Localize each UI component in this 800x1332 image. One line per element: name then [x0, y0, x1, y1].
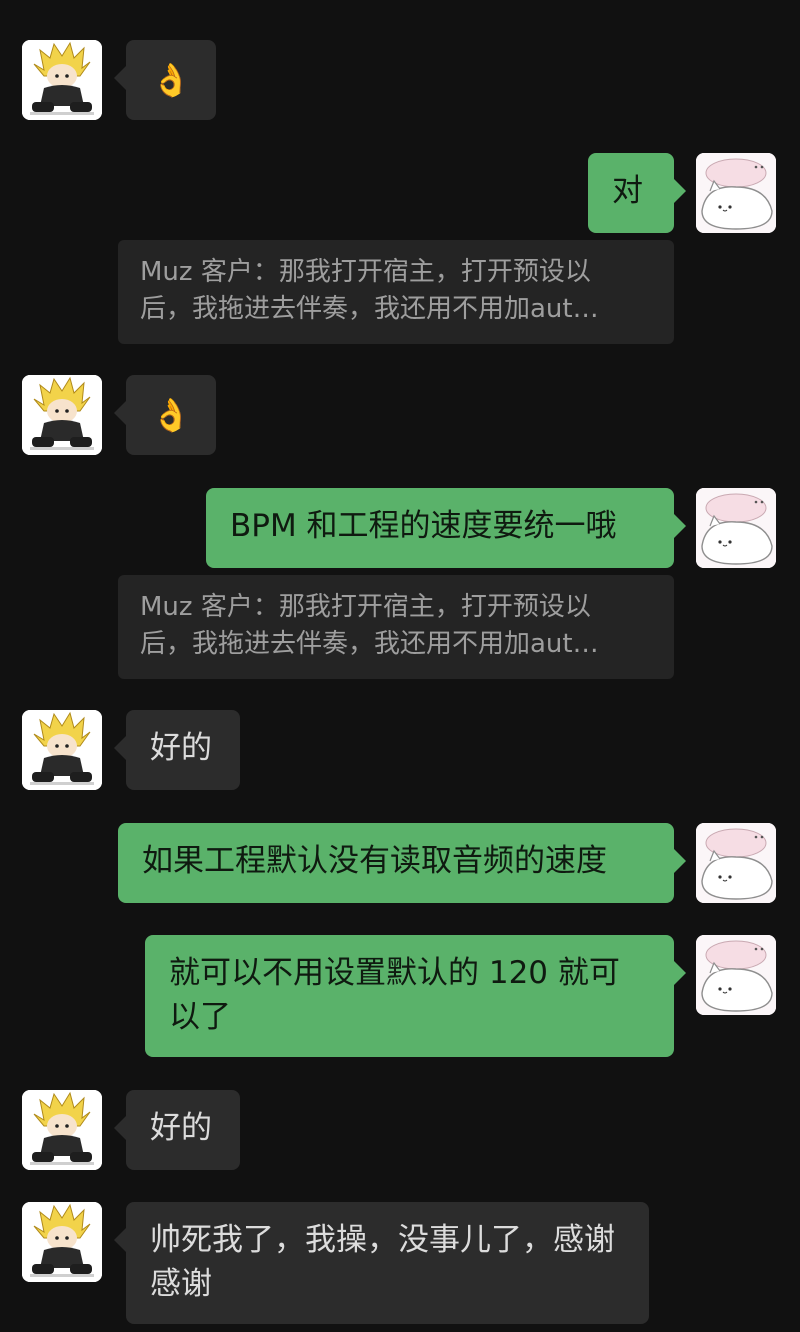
quote-line: Muz 客户：那我打开宿主，打开预设以	[140, 592, 591, 622]
cartoon-boy-avatar-icon	[22, 710, 102, 790]
ok-hand-emoji: 👌	[151, 61, 191, 99]
message-text: 好的	[150, 730, 212, 766]
message-text: BPM 和工程的速度要统一哦	[230, 508, 617, 544]
message-bubble-incoming[interactable]: 好的	[114, 1090, 240, 1170]
quote-line: Muz 客户：那我打开宿主，打开预设以	[140, 257, 591, 287]
message-bubble-incoming[interactable]: 好的	[114, 710, 240, 790]
message-text: 就可以不用设置默认的 120 就可以了	[169, 955, 620, 1035]
sender-avatar[interactable]	[22, 375, 102, 455]
message-bubble-outgoing[interactable]: 就可以不用设置默认的 120 就可以了	[145, 935, 686, 1057]
message-text: 如果工程默认没有读取音频的速度	[142, 843, 607, 879]
sender-avatar[interactable]	[22, 40, 102, 120]
quoted-message[interactable]: Muz 客户：那我打开宿主，打开预设以 后，我拖进去伴奏，我还用不用加aut…	[118, 240, 674, 344]
cartoon-boy-avatar-icon	[22, 40, 102, 120]
sender-avatar[interactable]	[22, 710, 102, 790]
message-bubble-outgoing[interactable]: BPM 和工程的速度要统一哦	[206, 488, 686, 568]
quoted-message[interactable]: Muz 客户：那我打开宿主，打开预设以 后，我拖进去伴奏，我还用不用加aut…	[118, 575, 674, 679]
white-cat-avatar-icon	[696, 153, 776, 233]
quote-line: 后，我拖进去伴奏，我还用不用加aut…	[140, 294, 599, 324]
white-cat-avatar-icon	[696, 935, 776, 1015]
message-text: 对	[612, 173, 643, 209]
own-avatar[interactable]	[696, 488, 776, 568]
cartoon-boy-avatar-icon	[22, 1202, 102, 1282]
message-bubble-incoming[interactable]: 👌	[114, 40, 216, 120]
message-bubble-outgoing[interactable]: 如果工程默认没有读取音频的速度	[118, 823, 686, 903]
white-cat-avatar-icon	[696, 488, 776, 568]
white-cat-avatar-icon	[696, 823, 776, 903]
sender-avatar[interactable]	[22, 1090, 102, 1170]
cartoon-boy-avatar-icon	[22, 375, 102, 455]
message-bubble-outgoing[interactable]: 对	[588, 153, 686, 233]
own-avatar[interactable]	[696, 935, 776, 1015]
quote-line: 后，我拖进去伴奏，我还用不用加aut…	[140, 629, 599, 659]
ok-hand-emoji: 👌	[151, 396, 191, 434]
own-avatar[interactable]	[696, 153, 776, 233]
cartoon-boy-avatar-icon	[22, 1090, 102, 1170]
sender-avatar[interactable]	[22, 1202, 102, 1282]
message-text: 帅死我了，我操，没事儿了，感谢感谢	[150, 1222, 615, 1302]
message-text: 好的	[150, 1110, 212, 1146]
own-avatar[interactable]	[696, 823, 776, 903]
message-bubble-incoming[interactable]: 👌	[114, 375, 216, 455]
message-bubble-incoming[interactable]: 帅死我了，我操，没事儿了，感谢感谢	[114, 1202, 649, 1324]
